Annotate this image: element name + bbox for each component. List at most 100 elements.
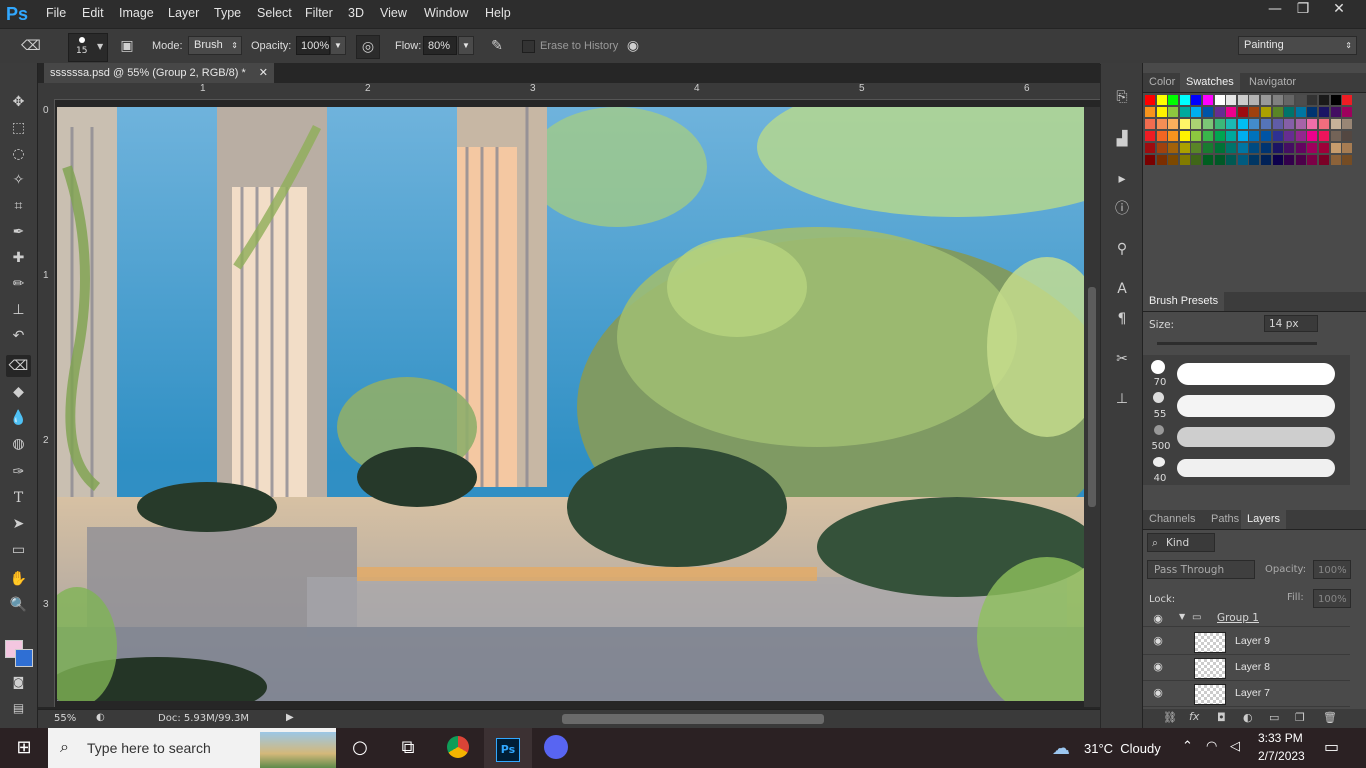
color-swatch[interactable] [1226,143,1237,153]
quick-mask-icon[interactable]: ◙ [6,671,31,693]
tab-color[interactable]: Color [1143,73,1181,92]
flow-slider-toggle[interactable]: ▼ [458,36,474,55]
chrome-icon[interactable] [434,728,482,768]
dodge-tool-icon[interactable]: ◍ [6,433,31,455]
notifications-icon[interactable]: ▭ [1324,737,1339,756]
path-select-tool-icon[interactable]: ➤ [6,513,31,535]
color-swatch[interactable] [1156,107,1167,117]
opacity-input[interactable]: 100% [296,36,330,55]
color-swatch[interactable] [1261,95,1271,105]
wifi-icon[interactable]: ◠ [1206,739,1217,754]
history-brush-tool-icon[interactable]: ↶ [6,325,31,347]
layer-group-row[interactable]: ◉ ▼ ▭ Group 1 [1143,612,1350,627]
quick-select-tool-icon[interactable]: ✧ [6,169,31,191]
tab-channels[interactable]: Channels [1143,510,1201,529]
link-icon[interactable]: ⛓ [1163,711,1177,724]
move-tool-icon[interactable]: ✥ [6,91,31,113]
erase-history-checkbox[interactable] [522,40,535,53]
tool-presets-panel-icon[interactable]: ✂ [1112,349,1132,369]
background-color-swatch[interactable] [15,649,33,667]
color-swatch[interactable] [1156,119,1167,129]
mask-icon[interactable]: ◘ [1217,711,1226,724]
layer-opacity-input[interactable]: 100% [1313,560,1351,579]
color-swatch[interactable] [1342,95,1353,105]
color-swatch[interactable] [1179,143,1190,153]
color-swatch[interactable] [1191,143,1202,153]
color-swatch[interactable] [1295,107,1306,117]
color-swatch[interactable] [1179,119,1190,129]
clone-source-panel-icon[interactable]: ⚲ [1112,239,1132,259]
color-swatch[interactable] [1272,119,1283,129]
color-swatch[interactable] [1179,155,1190,165]
brush-size-input[interactable]: 14 px [1264,315,1318,332]
color-swatch[interactable] [1168,131,1179,141]
color-swatch[interactable] [1272,155,1283,165]
color-swatch[interactable] [1307,107,1318,117]
character-panel-icon[interactable]: A [1112,279,1132,299]
brush-stroke-preview[interactable] [1177,459,1335,477]
menu-3d[interactable]: 3D [348,6,364,20]
clone-stamp-tool-icon[interactable]: ⊥ [6,299,31,321]
color-swatch[interactable] [1168,143,1179,153]
crop-tool-icon[interactable]: ⌗ [6,195,31,217]
menu-help[interactable]: Help [485,6,511,20]
color-swatch[interactable] [1342,119,1353,129]
color-swatch[interactable] [1261,131,1271,141]
hand-tool-icon[interactable]: ✋ [6,568,31,590]
color-swatch[interactable] [1226,95,1237,105]
brush-stroke-preview[interactable] [1177,363,1335,385]
zoom-level[interactable]: 55% [54,713,76,724]
info-panel-icon[interactable]: ⓘ [1112,199,1132,219]
color-swatch[interactable] [1249,143,1260,153]
actions-panel-icon[interactable]: ▸ [1112,169,1132,189]
folder-icon[interactable]: ▭ [1269,711,1279,724]
color-swatch[interactable] [1295,119,1306,129]
screen-mode-icon[interactable]: ▤ [6,697,31,719]
color-swatch[interactable] [1249,107,1260,117]
eraser-tool-preset-icon[interactable]: ⌫ [20,35,42,57]
color-swatch[interactable] [1203,143,1213,153]
color-swatch[interactable] [1214,143,1225,153]
color-swatch[interactable] [1214,95,1225,105]
painting-canvas[interactable] [57,107,1084,701]
color-swatch[interactable] [1330,107,1341,117]
menu-layer[interactable]: Layer [168,6,199,20]
cortana-icon[interactable]: ○ [336,728,384,768]
color-swatch[interactable] [1237,95,1248,105]
discord-icon[interactable] [532,728,580,768]
color-swatch[interactable] [1261,155,1271,165]
brush-stroke-preview[interactable] [1177,427,1335,447]
pen-tool-icon[interactable]: ✑ [6,461,31,483]
menu-select[interactable]: Select [257,6,292,20]
color-swatch[interactable] [1214,107,1225,117]
pressure-opacity-icon[interactable]: ◎ [356,35,380,59]
type-tool-icon[interactable]: T [6,487,31,509]
tab-navigator[interactable]: Navigator [1243,73,1302,92]
color-swatch[interactable] [1214,131,1225,141]
eye-icon[interactable]: ◉ [1151,634,1165,648]
color-swatch[interactable] [1214,155,1225,165]
mode-select[interactable]: Brush ⇕ [188,36,242,55]
color-swatch[interactable] [1330,155,1341,165]
color-swatch[interactable] [1191,95,1202,105]
menu-file[interactable]: File [46,6,66,20]
trash-icon[interactable]: 🗑 [1323,711,1337,724]
color-swatch[interactable] [1307,95,1318,105]
task-view-icon[interactable]: ⧉ [384,728,432,768]
color-swatch[interactable] [1156,95,1167,105]
chevron-down-icon[interactable]: ▼ [1179,612,1185,621]
color-swatch[interactable] [1226,131,1237,141]
color-swatch[interactable] [1237,107,1248,117]
fill-input[interactable]: 100% [1313,589,1351,608]
color-swatch[interactable] [1237,131,1248,141]
brush-size-slider[interactable] [1157,342,1317,345]
marquee-tool-icon[interactable]: ⬚ [6,117,31,139]
color-swatch[interactable] [1342,131,1353,141]
vertical-scrollbar[interactable] [1084,107,1100,707]
tab-layers[interactable]: Layers [1241,510,1287,529]
layer-filter-select[interactable]: ⌕ Kind [1147,533,1215,552]
flow-input[interactable]: 80% [423,36,457,55]
color-swatch[interactable] [1330,95,1341,105]
color-swatch[interactable] [1319,107,1329,117]
layer-row[interactable]: ◉ Layer 9 [1143,629,1350,655]
